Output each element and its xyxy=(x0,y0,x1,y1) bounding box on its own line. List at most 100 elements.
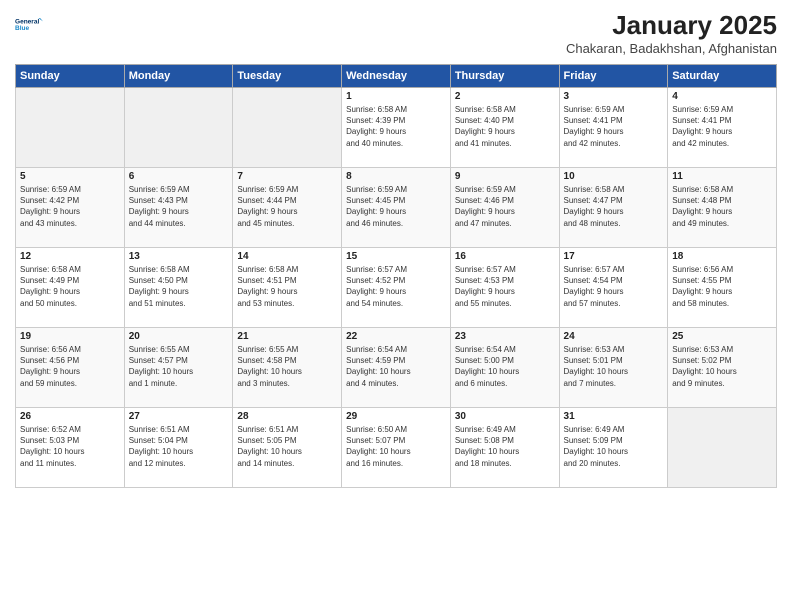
calendar-day-cell xyxy=(233,88,342,168)
page-subtitle: Chakaran, Badakhshan, Afghanistan xyxy=(566,41,777,56)
day-info: Sunrise: 6:59 AM Sunset: 4:43 PM Dayligh… xyxy=(129,184,229,229)
day-info: Sunrise: 6:58 AM Sunset: 4:50 PM Dayligh… xyxy=(129,264,229,309)
calendar-day-cell xyxy=(668,408,777,488)
calendar-table: SundayMondayTuesdayWednesdayThursdayFrid… xyxy=(15,64,777,488)
calendar-day-cell: 13 Sunrise: 6:58 AM Sunset: 4:50 PM Dayli… xyxy=(124,248,233,328)
calendar-day-header: Saturday xyxy=(668,65,777,88)
day-number: 11 xyxy=(672,171,772,182)
calendar-week-row: 12 Sunrise: 6:58 AM Sunset: 4:49 PM Dayli… xyxy=(16,248,777,328)
calendar-week-row: 26 Sunrise: 6:52 AM Sunset: 5:03 PM Dayli… xyxy=(16,408,777,488)
calendar-day-cell: 26 Sunrise: 6:52 AM Sunset: 5:03 PM Dayli… xyxy=(16,408,125,488)
calendar-day-cell: 12 Sunrise: 6:58 AM Sunset: 4:49 PM Dayli… xyxy=(16,248,125,328)
day-info: Sunrise: 6:59 AM Sunset: 4:41 PM Dayligh… xyxy=(564,104,664,149)
day-number: 28 xyxy=(237,411,337,422)
calendar-day-cell: 11 Sunrise: 6:58 AM Sunset: 4:48 PM Dayli… xyxy=(668,168,777,248)
calendar-day-cell: 5 Sunrise: 6:59 AM Sunset: 4:42 PM Daylig… xyxy=(16,168,125,248)
calendar-week-row: 5 Sunrise: 6:59 AM Sunset: 4:42 PM Daylig… xyxy=(16,168,777,248)
day-info: Sunrise: 6:53 AM Sunset: 5:01 PM Dayligh… xyxy=(564,344,664,389)
calendar-day-header: Thursday xyxy=(450,65,559,88)
day-number: 3 xyxy=(564,91,664,102)
day-info: Sunrise: 6:59 AM Sunset: 4:42 PM Dayligh… xyxy=(20,184,120,229)
calendar-body: 1 Sunrise: 6:58 AM Sunset: 4:39 PM Daylig… xyxy=(16,88,777,488)
calendar-day-cell: 14Sunrise: 6:58 AM Sunset: 4:51 PM Dayli… xyxy=(233,248,342,328)
day-info: Sunrise: 6:58 AM Sunset: 4:40 PM Dayligh… xyxy=(455,104,555,149)
day-info: Sunrise: 6:53 AM Sunset: 5:02 PM Dayligh… xyxy=(672,344,772,389)
day-number: 26 xyxy=(20,411,120,422)
day-number: 18 xyxy=(672,251,772,262)
calendar-day-cell: 3 Sunrise: 6:59 AM Sunset: 4:41 PM Daylig… xyxy=(559,88,668,168)
day-info: Sunrise: 6:55 AM Sunset: 4:58 PM Dayligh… xyxy=(237,344,337,389)
day-number: 12 xyxy=(20,251,120,262)
day-info: Sunrise: 6:49 AM Sunset: 5:09 PM Dayligh… xyxy=(564,424,664,469)
day-info: Sunrise: 6:56 AM Sunset: 4:55 PM Dayligh… xyxy=(672,264,772,309)
day-info: Sunrise: 6:51 AM Sunset: 5:04 PM Dayligh… xyxy=(129,424,229,469)
day-number: 6 xyxy=(129,171,229,182)
calendar-day-header: Monday xyxy=(124,65,233,88)
calendar-day-cell: 30Sunrise: 6:49 AM Sunset: 5:08 PM Dayli… xyxy=(450,408,559,488)
page-header: GeneralBlue January 2025 Chakaran, Badak… xyxy=(15,10,777,56)
calendar-day-cell: 10 Sunrise: 6:58 AM Sunset: 4:47 PM Dayli… xyxy=(559,168,668,248)
title-block: January 2025 Chakaran, Badakhshan, Afgha… xyxy=(566,10,777,56)
calendar-week-row: 1 Sunrise: 6:58 AM Sunset: 4:39 PM Daylig… xyxy=(16,88,777,168)
day-number: 13 xyxy=(129,251,229,262)
day-number: 31 xyxy=(564,411,664,422)
day-number: 24 xyxy=(564,331,664,342)
calendar-day-cell: 16 Sunrise: 6:57 AM Sunset: 4:53 PM Dayli… xyxy=(450,248,559,328)
day-info: Sunrise: 6:52 AM Sunset: 5:03 PM Dayligh… xyxy=(20,424,120,469)
calendar-day-cell: 21Sunrise: 6:55 AM Sunset: 4:58 PM Dayli… xyxy=(233,328,342,408)
day-info: Sunrise: 6:58 AM Sunset: 4:51 PM Dayligh… xyxy=(237,264,337,309)
calendar-day-header: Friday xyxy=(559,65,668,88)
page-title: January 2025 xyxy=(566,10,777,41)
calendar-day-cell: 8 Sunrise: 6:59 AM Sunset: 4:45 PM Daylig… xyxy=(342,168,451,248)
day-number: 23 xyxy=(455,331,555,342)
day-info: Sunrise: 6:58 AM Sunset: 4:39 PM Dayligh… xyxy=(346,104,446,149)
calendar-week-row: 19 Sunrise: 6:56 AM Sunset: 4:56 PM Dayli… xyxy=(16,328,777,408)
day-number: 9 xyxy=(455,171,555,182)
logo: GeneralBlue xyxy=(15,10,43,38)
calendar-day-cell: 19 Sunrise: 6:56 AM Sunset: 4:56 PM Dayli… xyxy=(16,328,125,408)
day-number: 2 xyxy=(455,91,555,102)
day-number: 25 xyxy=(672,331,772,342)
calendar-day-cell xyxy=(124,88,233,168)
day-info: Sunrise: 6:59 AM Sunset: 4:46 PM Dayligh… xyxy=(455,184,555,229)
day-number: 19 xyxy=(20,331,120,342)
calendar-day-header: Sunday xyxy=(16,65,125,88)
calendar-day-cell: 22 Sunrise: 6:54 AM Sunset: 4:59 PM Dayli… xyxy=(342,328,451,408)
calendar-day-cell: 27 Sunrise: 6:51 AM Sunset: 5:04 PM Dayli… xyxy=(124,408,233,488)
calendar-day-cell: 24 Sunrise: 6:53 AM Sunset: 5:01 PM Dayli… xyxy=(559,328,668,408)
day-number: 20 xyxy=(129,331,229,342)
logo-icon: GeneralBlue xyxy=(15,10,43,38)
day-info: Sunrise: 6:58 AM Sunset: 4:48 PM Dayligh… xyxy=(672,184,772,229)
calendar-day-cell: 23 Sunrise: 6:54 AM Sunset: 5:00 PM Dayli… xyxy=(450,328,559,408)
day-info: Sunrise: 6:54 AM Sunset: 4:59 PM Dayligh… xyxy=(346,344,446,389)
svg-text:General: General xyxy=(15,18,39,25)
day-info: Sunrise: 6:54 AM Sunset: 5:00 PM Dayligh… xyxy=(455,344,555,389)
calendar-day-cell: 1 Sunrise: 6:58 AM Sunset: 4:39 PM Daylig… xyxy=(342,88,451,168)
calendar-day-cell: 20 Sunrise: 6:55 AM Sunset: 4:57 PM Dayli… xyxy=(124,328,233,408)
day-number: 27 xyxy=(129,411,229,422)
calendar-day-cell: 9 Sunrise: 6:59 AM Sunset: 4:46 PM Daylig… xyxy=(450,168,559,248)
calendar-header-row: SundayMondayTuesdayWednesdayThursdayFrid… xyxy=(16,65,777,88)
day-info: Sunrise: 6:59 AM Sunset: 4:41 PM Dayligh… xyxy=(672,104,772,149)
day-number: 15 xyxy=(346,251,446,262)
day-number: 22 xyxy=(346,331,446,342)
day-number: 10 xyxy=(564,171,664,182)
day-info: Sunrise: 6:59 AM Sunset: 4:45 PM Dayligh… xyxy=(346,184,446,229)
calendar-day-cell: 31 Sunrise: 6:49 AM Sunset: 5:09 PM Dayli… xyxy=(559,408,668,488)
calendar-day-cell: 18 Sunrise: 6:56 AM Sunset: 4:55 PM Dayli… xyxy=(668,248,777,328)
calendar-day-cell xyxy=(16,88,125,168)
day-info: Sunrise: 6:58 AM Sunset: 4:47 PM Dayligh… xyxy=(564,184,664,229)
day-number: 16 xyxy=(455,251,555,262)
day-number: 5 xyxy=(20,171,120,182)
calendar-day-cell: 15Sunrise: 6:57 AM Sunset: 4:52 PM Dayli… xyxy=(342,248,451,328)
day-info: Sunrise: 6:58 AM Sunset: 4:49 PM Dayligh… xyxy=(20,264,120,309)
day-info: Sunrise: 6:56 AM Sunset: 4:56 PM Dayligh… xyxy=(20,344,120,389)
day-number: 4 xyxy=(672,91,772,102)
day-number: 8 xyxy=(346,171,446,182)
day-number: 7 xyxy=(237,171,337,182)
day-info: Sunrise: 6:57 AM Sunset: 4:53 PM Dayligh… xyxy=(455,264,555,309)
day-info: Sunrise: 6:57 AM Sunset: 4:54 PM Dayligh… xyxy=(564,264,664,309)
day-info: Sunrise: 6:55 AM Sunset: 4:57 PM Dayligh… xyxy=(129,344,229,389)
day-number: 1 xyxy=(346,91,446,102)
calendar-day-cell: 28Sunrise: 6:51 AM Sunset: 5:05 PM Dayli… xyxy=(233,408,342,488)
